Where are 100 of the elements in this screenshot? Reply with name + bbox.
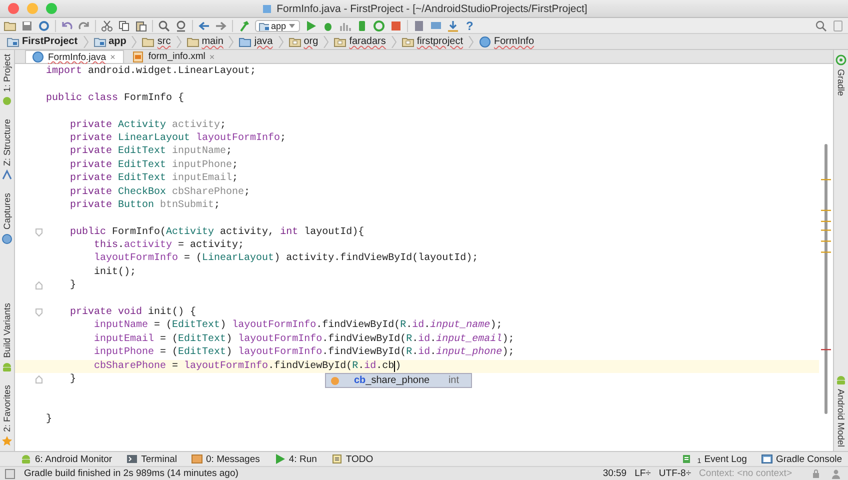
tool-window-button[interactable]: 6: Android Monitor — [20, 453, 112, 465]
line-separator[interactable]: LF÷ — [634, 468, 651, 479]
chevron-icon — [176, 36, 182, 48]
tool-window-button[interactable]: Gradle — [835, 54, 847, 96]
breadcrumb-item[interactable]: faradars — [331, 36, 389, 48]
search-icon[interactable] — [815, 20, 827, 32]
code-line: } — [69, 372, 76, 386]
package-folder-icon — [288, 36, 301, 48]
xml-file-icon — [132, 50, 144, 62]
terminal-icon — [126, 453, 138, 465]
chevron-icon — [323, 36, 330, 48]
scissors-icon[interactable] — [101, 20, 113, 32]
save-icon[interactable] — [21, 20, 33, 32]
file-encoding[interactable]: UTF-8÷ — [658, 468, 692, 479]
copy-icon[interactable] — [118, 20, 130, 32]
android-icon — [1, 360, 13, 373]
caret-position[interactable]: 30:59 — [602, 468, 627, 479]
code-line: layoutFormInfo = (LinearLayout) activity.findViewById(layoutId); — [93, 252, 478, 266]
stop-icon[interactable] — [390, 20, 402, 32]
tool-window-button[interactable]: 0: Messages — [191, 453, 260, 465]
console-icon — [760, 453, 773, 465]
paste-icon[interactable] — [135, 20, 147, 32]
chevron-icon — [228, 36, 234, 48]
code-line: private LinearLayout layoutFormInfo; — [69, 132, 286, 146]
module-folder-icon — [259, 20, 269, 30]
code-line: inputName = (EditText) layoutFormInfo.findViewById(R.id.input_name); — [93, 319, 502, 333]
code-line: } — [69, 279, 76, 293]
breadcrumb-item[interactable]: java — [236, 36, 276, 48]
breadcrumb-item[interactable]: firstproject — [398, 36, 466, 48]
breadcrumb-item[interactable]: org — [286, 36, 322, 48]
editor-tab[interactable]: form_info.xml × — [126, 50, 223, 63]
tool-window-button[interactable]: Captures — [1, 193, 13, 245]
editor-tab[interactable]: FormInfo.java × — [25, 50, 124, 63]
chevron-icon — [390, 36, 397, 48]
chevron-icon — [468, 36, 474, 48]
tool-window-button[interactable]: Build Variants — [1, 303, 13, 373]
caret-icon — [288, 22, 296, 30]
tool-window-button[interactable]: 4: Run — [274, 453, 317, 465]
android-icon — [20, 453, 32, 465]
class-icon — [32, 51, 44, 63]
module-folder-icon — [7, 36, 19, 48]
chevron-icon — [82, 36, 89, 48]
star-icon — [1, 435, 13, 447]
context-label: Context: <no context> — [699, 468, 793, 479]
code-line: public class FormInfo { — [45, 92, 184, 106]
status-message: Gradle build finished in 2s 989ms (14 minutes ago) — [24, 468, 238, 479]
code-line: init(); — [93, 266, 136, 280]
help-button[interactable]: ? — [464, 20, 476, 32]
chevron-icon — [278, 36, 284, 48]
code-line: private void init() { — [69, 306, 196, 320]
run-config-dropdown[interactable]: app — [255, 20, 300, 32]
messages-icon — [191, 453, 204, 465]
lock-icon — [810, 468, 822, 480]
code-line: private Activity activity; — [69, 118, 226, 132]
breadcrumb-item[interactable]: FirstProject — [4, 36, 81, 48]
download-icon[interactable] — [447, 20, 460, 32]
code-line: inputEmail = (EditText) layoutFormInfo.findViewById(R.id.input_email); — [93, 332, 514, 346]
code-line: this.activity = activity; — [93, 239, 244, 252]
breadcrumb-item[interactable]: src — [139, 36, 174, 48]
breadcrumb-item[interactable]: FormInfo — [476, 36, 538, 48]
code-line: public FormInfo(Activity activity, int layoutId){ — [69, 226, 364, 240]
tool-window-button[interactable]: TODO — [330, 453, 374, 465]
tab-label: FormInfo.java — [48, 52, 106, 62]
file-icon — [260, 2, 273, 14]
breadcrumb-item[interactable]: main — [184, 36, 226, 48]
todo-icon — [330, 453, 343, 465]
tool-window-button[interactable]: Gradle Console — [760, 453, 842, 465]
back-arrow-icon[interactable] — [198, 20, 210, 32]
search-icon[interactable] — [158, 20, 170, 32]
code-line: private CheckBox cbSharePhone; — [69, 186, 250, 199]
android-icon — [835, 374, 847, 386]
window-title: FormInfo.java - FirstProject - [~/AndroidStudioProjects/FirstProject] — [276, 2, 588, 14]
package-folder-icon — [402, 36, 414, 48]
close-tab-button[interactable]: × — [110, 52, 116, 62]
code-line: cbSharePhone = layoutFormInfo.findViewById(R.id.cb) — [93, 360, 402, 373]
code-line: private EditText inputEmail; — [69, 172, 238, 186]
maximize-window-button[interactable] — [46, 3, 57, 14]
undo-icon[interactable] — [61, 20, 73, 32]
code-line: inputPhone = (EditText) layoutFormInfo.findViewById(R.id.input_phone); — [93, 346, 514, 360]
code-line: private EditText inputPhone; — [69, 158, 238, 172]
type-label: int — [448, 375, 460, 386]
code-line: private EditText inputName; — [69, 145, 232, 159]
tool-window-button[interactable]: Terminal — [126, 453, 178, 465]
code-line: import android.widget.LinearLayout; — [45, 65, 256, 78]
field-icon — [330, 376, 340, 386]
class-icon — [479, 36, 492, 48]
chevron-icon — [131, 36, 138, 48]
module-folder-icon — [94, 36, 106, 48]
completion-item[interactable]: cb_share_phone — [344, 375, 444, 386]
tool-window-button[interactable]: Android Model — [835, 374, 847, 447]
redo-icon[interactable] — [78, 20, 90, 32]
tool-window-button[interactable]: 1: Project — [1, 54, 13, 108]
breadcrumb-item[interactable]: app — [90, 36, 130, 48]
code-line: } — [45, 413, 52, 427]
tab-label: form_info.xml — [148, 51, 206, 62]
tool-window-button[interactable]: Z: Structure — [1, 119, 13, 182]
tool-window-button[interactable]: 2: Favorites — [1, 384, 13, 447]
close-window-button[interactable] — [8, 3, 19, 14]
forward-arrow-icon[interactable] — [215, 20, 227, 32]
code-line: private Button btnSubmit; — [69, 198, 220, 212]
